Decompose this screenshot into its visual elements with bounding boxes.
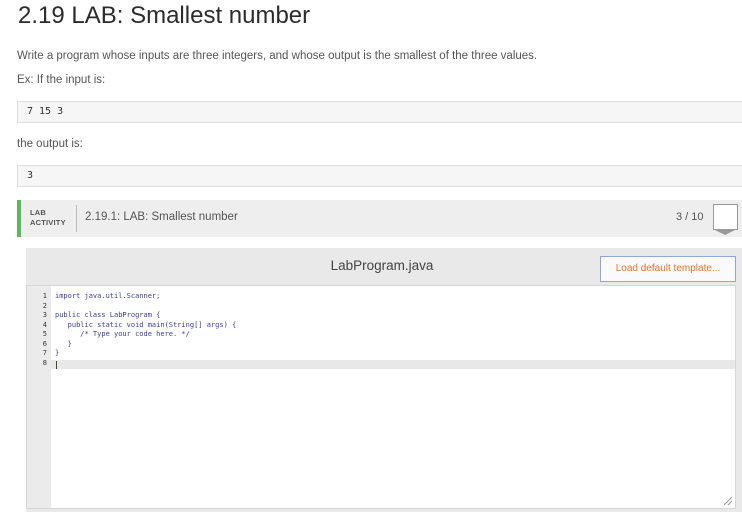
line-number: 6 <box>42 339 47 348</box>
output-intro: the output is: <box>17 138 83 150</box>
completion-badge-icon <box>713 204 738 235</box>
example-intro: Ex: If the input is: <box>17 74 106 86</box>
code-line[interactable]: public class LabProgram { <box>55 311 160 319</box>
activity-tag-line1: LAB <box>30 208 47 217</box>
line-number: 1 <box>42 292 47 300</box>
text-cursor <box>56 361 57 369</box>
resize-handle-icon[interactable] <box>724 497 732 505</box>
line-number: 5 <box>42 330 47 338</box>
code-line[interactable]: public static void main(String[] args) { <box>55 321 237 329</box>
page-title: 2.19 LAB: Smallest number <box>18 2 311 29</box>
activity-tag: LAB ACTIVITY <box>30 208 66 228</box>
code-line[interactable]: /* Type your code here. */ <box>55 330 190 338</box>
active-line-highlight <box>51 360 735 369</box>
example-output-box: 3 <box>17 165 742 187</box>
line-number: 8 <box>42 358 47 367</box>
load-default-template-button[interactable]: Load default template... <box>600 256 736 282</box>
example-input-box: 7 15 3 <box>17 101 742 123</box>
code-editor[interactable]: 1 2 3 4 5 6 7 8 import java.util.Scanner… <box>26 285 736 509</box>
activity-divider <box>76 205 77 232</box>
line-number: 3 <box>42 311 47 319</box>
activity-score: 3 / 10 <box>676 211 704 223</box>
activity-tag-line2: ACTIVITY <box>30 218 66 227</box>
code-editor-panel: LabProgram.java Load default template...… <box>26 248 742 512</box>
code-line[interactable]: } <box>55 349 59 357</box>
line-number: 7 <box>42 349 47 357</box>
lab-activity-header: LAB ACTIVITY 2.19.1: LAB: Smallest numbe… <box>17 200 742 237</box>
description: Write a program whose inputs are three i… <box>17 50 538 62</box>
line-number: 4 <box>42 320 47 329</box>
line-number-gutter: 1 2 3 4 5 6 7 8 <box>27 286 51 508</box>
code-line[interactable]: import java.util.Scanner; <box>55 292 160 300</box>
line-number: 2 <box>42 301 47 310</box>
activity-name: 2.19.1: LAB: Smallest number <box>85 211 238 223</box>
code-line[interactable]: } <box>55 340 72 348</box>
